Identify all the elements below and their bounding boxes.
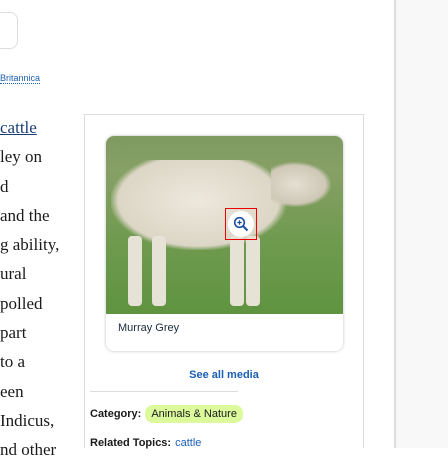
article-line: g ability,: [0, 235, 60, 255]
category-badge[interactable]: Animals & Nature: [145, 405, 243, 423]
media-sidebar: Murray Grey See all media Category: Anim…: [84, 114, 364, 449]
media-caption: Murray Grey: [118, 322, 180, 334]
divider: [90, 391, 238, 392]
article-line: to a: [0, 352, 26, 372]
category-label: Category:: [90, 408, 142, 420]
article-line: nd other: [0, 440, 57, 460]
cow-leg: [152, 236, 166, 306]
cow-leg: [128, 236, 142, 306]
article-line: een: [0, 381, 24, 401]
cow-leg: [246, 236, 260, 306]
article-line: Indicus,: [0, 410, 55, 430]
related-topics-label: Related Topics:: [90, 437, 172, 449]
zoom-in-icon: [233, 216, 249, 232]
article-line: polled: [0, 293, 43, 313]
cattle-link[interactable]: cattle: [0, 113, 80, 142]
article-line: part: [0, 323, 27, 343]
top-button[interactable]: [0, 12, 18, 49]
zoom-button[interactable]: [225, 208, 257, 240]
article-line: and the: [0, 205, 50, 225]
cow-leg: [230, 236, 244, 306]
related-topic-link[interactable]: cattle: [175, 437, 201, 449]
article-line: ley on: [0, 147, 43, 167]
media-card[interactable]: Murray Grey: [106, 136, 343, 351]
category-row: Category: Animals & Nature: [90, 405, 243, 423]
article-text: cattle ley on d and the g ability, ural …: [0, 113, 80, 465]
see-all-media-link[interactable]: See all media: [85, 369, 363, 381]
right-gutter: [396, 0, 448, 448]
related-topics-row: Related Topics: cattle: [90, 437, 201, 449]
article-line: ural: [0, 264, 27, 284]
article-line: d: [0, 176, 9, 196]
source-link[interactable]: Britannica: [0, 73, 41, 84]
cow-head: [271, 162, 331, 207]
cattle-photo[interactable]: [106, 136, 343, 314]
